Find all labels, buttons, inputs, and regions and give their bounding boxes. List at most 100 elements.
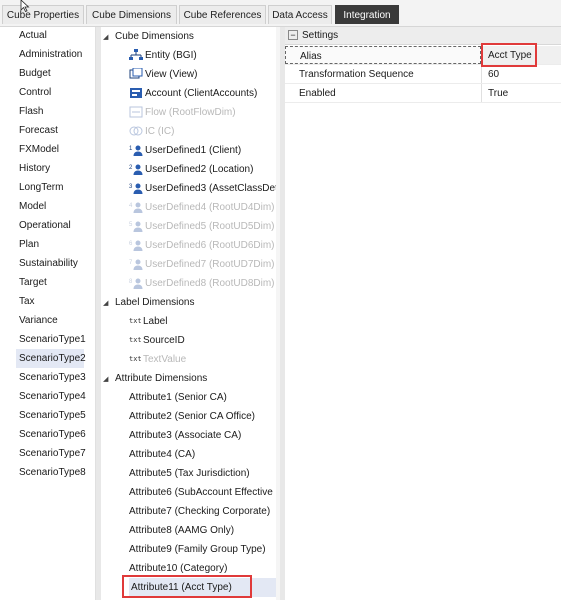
scenario-type-item[interactable]: Plan bbox=[16, 235, 39, 254]
tree-item-attribute4[interactable]: Attribute4 (CA) bbox=[129, 445, 195, 464]
svg-text:8: 8 bbox=[129, 279, 133, 285]
tab-cube-references[interactable]: Cube References bbox=[179, 5, 266, 24]
scenario-type-list[interactable]: Actual Administration Budget Control Flash Fo… bbox=[0, 27, 96, 600]
tree-item-textvalue[interactable]: txtTextValue bbox=[129, 350, 186, 369]
scenario-type-item[interactable]: Administration bbox=[16, 45, 82, 64]
tree-item-value: (AAMG Only) bbox=[174, 525, 235, 536]
tree-item-label[interactable]: txtLabel bbox=[129, 312, 167, 331]
tree-item-name: Account bbox=[145, 88, 182, 99]
mouse-cursor-icon bbox=[20, 0, 30, 12]
scenario-type-item[interactable]: FXModel bbox=[16, 140, 59, 159]
scenario-type-item[interactable]: ScenarioType1 bbox=[16, 330, 86, 349]
tree-item-value: (AssetClassDet bbox=[208, 183, 278, 194]
svg-text:4: 4 bbox=[129, 203, 133, 209]
tree-item-userdefined8[interactable]: 8 UserDefined8 (RootUD8Dim) bbox=[129, 274, 275, 293]
tree-item-attribute7[interactable]: Attribute7 (Checking Corporate) bbox=[129, 502, 270, 521]
tree-item-attribute9[interactable]: Attribute9 (Family Group Type) bbox=[129, 540, 266, 559]
tree-item-attribute3[interactable]: Attribute3 (Associate CA) bbox=[129, 426, 241, 445]
scenario-type-item[interactable]: Budget bbox=[16, 64, 51, 83]
tree-item-name: Attribute2 bbox=[129, 411, 172, 422]
tree-item-attribute2[interactable]: Attribute2 (Senior CA Office) bbox=[129, 407, 255, 426]
tree-item-flow[interactable]: Flow (RootFlowDim) bbox=[129, 103, 236, 122]
svg-text:5: 5 bbox=[129, 222, 133, 228]
scenario-type-item[interactable]: Model bbox=[16, 197, 46, 216]
text-dimension-icon: txt bbox=[129, 317, 142, 325]
tree-item-ic[interactable]: IC (IC) bbox=[129, 122, 174, 141]
settings-row-transformation-sequence[interactable]: Transformation Sequence 60 bbox=[285, 65, 561, 84]
tree-item-userdefined3[interactable]: 3 UserDefined3 (AssetClassDet bbox=[129, 179, 278, 198]
cube-dimensions-header[interactable]: ◢ Cube Dimensions bbox=[103, 27, 194, 46]
attribute-dimensions-header[interactable]: ◢ Attribute Dimensions bbox=[103, 369, 207, 388]
tree-item-attribute8[interactable]: Attribute8 (AAMG Only) bbox=[129, 521, 234, 540]
scenario-type-item[interactable]: ScenarioType7 bbox=[16, 444, 86, 463]
scenario-type-item[interactable]: ScenarioType8 bbox=[16, 463, 86, 482]
flow-icon bbox=[129, 106, 143, 118]
collapse-icon[interactable]: − bbox=[288, 30, 298, 41]
label-dimensions-header[interactable]: ◢ Label Dimensions bbox=[103, 293, 195, 312]
ud3-icon: 3 bbox=[129, 182, 143, 195]
tree-item-userdefined1[interactable]: 1 UserDefined1 (Client) bbox=[129, 141, 241, 160]
transformation-sequence-value[interactable]: 60 bbox=[481, 65, 561, 83]
ud8-icon: 8 bbox=[129, 277, 143, 290]
scenario-type-item[interactable]: Actual bbox=[16, 26, 47, 45]
settings-row-enabled[interactable]: Enabled True bbox=[285, 84, 561, 103]
attribute-dimensions-header-label: Attribute Dimensions bbox=[115, 373, 208, 384]
tree-item-sourceid[interactable]: txtSourceID bbox=[129, 331, 185, 350]
tree-item-account[interactable]: Account (ClientAccounts) bbox=[129, 84, 257, 103]
tree-item-name: TextValue bbox=[143, 354, 187, 366]
tab-data-access[interactable]: Data Access bbox=[268, 5, 332, 24]
scenario-type-item[interactable]: Variance bbox=[16, 311, 58, 330]
scenario-type-item[interactable]: Control bbox=[16, 83, 51, 102]
scenario-type-item[interactable]: ScenarioType3 bbox=[16, 368, 86, 387]
tree-item-view[interactable]: View (View) bbox=[129, 65, 197, 84]
scenario-type-item[interactable]: Operational bbox=[16, 216, 71, 235]
tab-cube-dimensions[interactable]: Cube Dimensions bbox=[86, 5, 177, 24]
enabled-value[interactable]: True bbox=[481, 84, 561, 102]
tree-item-name: Attribute8 bbox=[129, 525, 172, 536]
enabled-key: Enabled bbox=[299, 88, 336, 99]
tree-item-name: UserDefined8 bbox=[145, 278, 207, 289]
scenario-type-item[interactable]: Tax bbox=[16, 292, 35, 311]
tab-integration[interactable]: Integration bbox=[335, 5, 399, 24]
tree-item-attribute5[interactable]: Attribute5 (Tax Jurisdiction) bbox=[129, 464, 250, 483]
scenario-type-item[interactable]: LongTerm bbox=[16, 178, 63, 197]
tree-item-userdefined7[interactable]: 7 UserDefined7 (RootUD7Dim) bbox=[129, 255, 275, 274]
tree-item-userdefined4[interactable]: 4 UserDefined4 (RootUD4Dim) bbox=[129, 198, 275, 217]
tree-item-entity[interactable]: Entity (BGI) bbox=[129, 46, 197, 65]
dimension-tree[interactable]: ◢ Cube Dimensions Entity (BGI) View (View) A… bbox=[101, 27, 280, 600]
entity-icon bbox=[129, 49, 143, 61]
scenario-type-item[interactable]: Flash bbox=[16, 102, 43, 121]
ud7-icon: 7 bbox=[129, 258, 143, 271]
expand-caret-icon[interactable]: ◢ bbox=[103, 28, 115, 47]
tree-item-value: (Client) bbox=[208, 145, 242, 156]
tree-item-name: UserDefined6 bbox=[145, 240, 207, 251]
tree-item-attribute6[interactable]: Attribute6 (SubAccount Effective bbox=[129, 483, 273, 502]
tree-item-userdefined2[interactable]: 2 UserDefined2 (Location) bbox=[129, 160, 253, 179]
tree-item-name: Attribute10 bbox=[129, 563, 178, 574]
tree-item-value: (SubAccount Effective bbox=[174, 487, 273, 498]
scenario-type-item[interactable]: ScenarioType6 bbox=[16, 425, 86, 444]
svg-text:2: 2 bbox=[129, 165, 133, 171]
tree-item-value: (Tax Jurisdiction) bbox=[174, 468, 250, 479]
tab-cube-properties[interactable]: Cube Properties bbox=[2, 5, 84, 24]
tree-item-value: (Checking Corporate) bbox=[174, 506, 271, 517]
tree-item-userdefined6[interactable]: 6 UserDefined6 (RootUD6Dim) bbox=[129, 236, 275, 255]
tree-item-attribute1[interactable]: Attribute1 (Senior CA) bbox=[129, 388, 227, 407]
expand-caret-icon[interactable]: ◢ bbox=[103, 294, 115, 313]
scenario-type-item[interactable]: History bbox=[16, 159, 50, 178]
tree-item-userdefined5[interactable]: 5 UserDefined5 (RootUD5Dim) bbox=[129, 217, 275, 236]
tree-item-name: Flow bbox=[145, 107, 167, 118]
scenario-type-item[interactable]: Forecast bbox=[16, 121, 58, 140]
tree-item-value: (View) bbox=[169, 69, 198, 80]
scenario-type-item[interactable]: ScenarioType5 bbox=[16, 406, 86, 425]
tree-item-name: UserDefined7 bbox=[145, 259, 207, 270]
ud5-icon: 5 bbox=[129, 220, 143, 233]
tree-item-value: (ClientAccounts) bbox=[183, 88, 258, 99]
svg-text:3: 3 bbox=[129, 184, 133, 190]
scenario-type-item[interactable]: Sustainability bbox=[16, 254, 78, 273]
tree-item-value: (BGI) bbox=[172, 50, 197, 61]
scenario-type-item[interactable]: ScenarioType2 bbox=[16, 349, 86, 368]
scenario-type-item[interactable]: Target bbox=[16, 273, 47, 292]
scenario-type-item[interactable]: ScenarioType4 bbox=[16, 387, 86, 406]
expand-caret-icon[interactable]: ◢ bbox=[103, 370, 115, 389]
